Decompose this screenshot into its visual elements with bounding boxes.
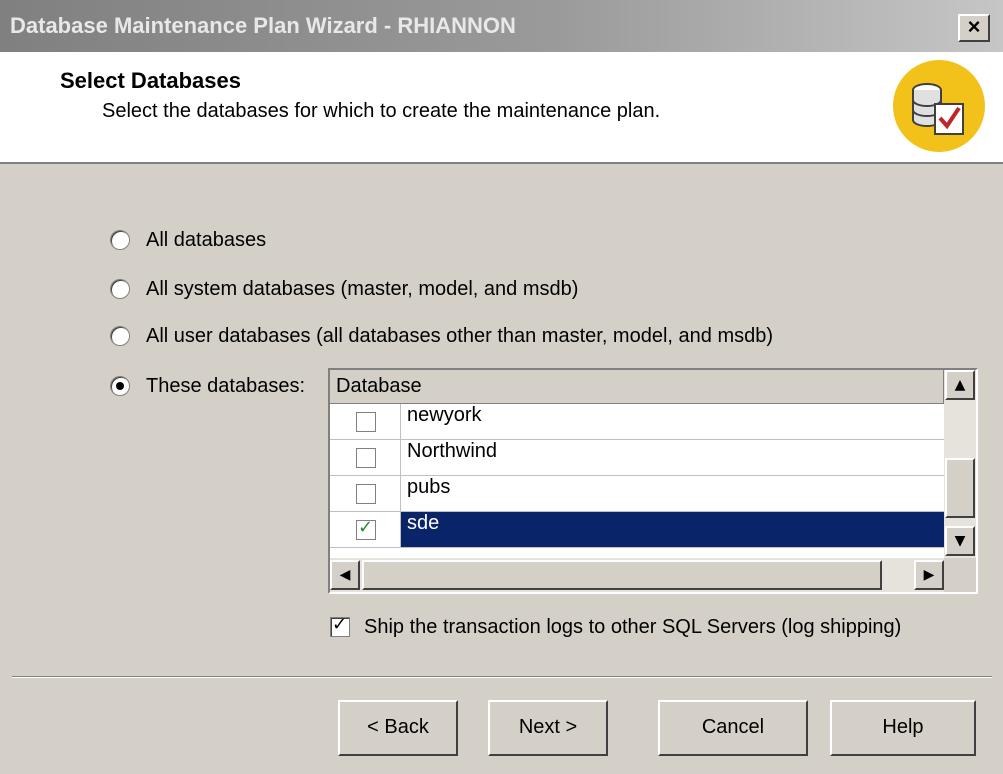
scrollbar-corner <box>944 558 976 592</box>
wizard-header: Select Databases Select the databases fo… <box>0 52 1003 164</box>
vertical-scrollbar[interactable]: ▲ ▼ <box>944 370 976 558</box>
row-checkbox[interactable] <box>356 412 376 432</box>
row-checkbox[interactable] <box>356 448 376 468</box>
scroll-up-button[interactable]: ▲ <box>945 370 975 400</box>
wizard-window: Database Maintenance Plan Wizard - RHIAN… <box>0 0 1003 774</box>
cancel-button[interactable]: Cancel <box>658 700 808 756</box>
radio-user-databases[interactable] <box>110 326 130 346</box>
row-checkbox[interactable] <box>356 484 376 504</box>
option-label: All system databases (master, model, and… <box>146 277 579 300</box>
title-bar: Database Maintenance Plan Wizard - RHIAN… <box>0 0 1003 52</box>
radio-all-databases[interactable] <box>110 230 130 250</box>
option-all-databases[interactable]: All databases <box>110 225 266 255</box>
scroll-right-button[interactable]: ▶ <box>914 560 944 590</box>
database-list[interactable]: Database newyork Northwind pubs ✓ sde ▲ <box>328 368 978 594</box>
database-name: pubs <box>400 476 944 511</box>
option-system-databases[interactable]: All system databases (master, model, and… <box>110 274 578 304</box>
scroll-down-button[interactable]: ▼ <box>945 526 975 556</box>
check-mark-icon: ✓ <box>358 517 374 538</box>
help-button[interactable]: Help <box>830 700 976 756</box>
vertical-scroll-thumb[interactable] <box>945 458 975 518</box>
horizontal-scrollbar[interactable]: ◀ ▶ <box>330 558 944 592</box>
option-label: These databases: <box>146 374 305 397</box>
ship-logs-option[interactable]: ✓ Ship the transaction logs to other SQL… <box>330 612 901 642</box>
database-name: newyork <box>400 404 944 439</box>
database-name: sde <box>400 512 944 547</box>
table-row[interactable]: newyork <box>330 404 944 440</box>
table-row[interactable]: Northwind <box>330 440 944 476</box>
option-label: All databases <box>146 228 267 251</box>
scroll-left-button[interactable]: ◀ <box>330 560 360 590</box>
page-subtitle: Select the databases for which to create… <box>102 100 661 122</box>
row-checkbox[interactable]: ✓ <box>356 517 376 540</box>
ship-logs-label: Ship the transaction logs to other SQL S… <box>364 615 902 638</box>
option-user-databases[interactable]: All user databases (all databases other … <box>110 321 773 351</box>
column-header-database[interactable]: Database <box>330 370 944 404</box>
radio-these-databases[interactable] <box>110 376 130 396</box>
back-button[interactable]: < Back <box>338 700 458 756</box>
next-button[interactable]: Next > <box>488 700 608 756</box>
horizontal-scroll-thumb[interactable] <box>362 560 882 590</box>
option-label: All user databases (all databases other … <box>146 324 774 347</box>
separator <box>12 676 992 678</box>
page-title: Select Databases <box>60 68 241 93</box>
database-name: Northwind <box>400 440 944 475</box>
table-row[interactable]: pubs <box>330 476 944 512</box>
database-check-icon <box>893 60 985 152</box>
option-these-databases[interactable]: These databases: <box>110 371 305 401</box>
window-title: Database Maintenance Plan Wizard - RHIAN… <box>10 13 516 38</box>
ship-logs-checkbox[interactable]: ✓ <box>330 614 350 637</box>
close-button[interactable]: × <box>958 14 990 42</box>
radio-system-databases[interactable] <box>110 279 130 299</box>
table-row-selected[interactable]: ✓ sde <box>330 512 944 548</box>
check-mark-icon: ✓ <box>332 614 348 635</box>
